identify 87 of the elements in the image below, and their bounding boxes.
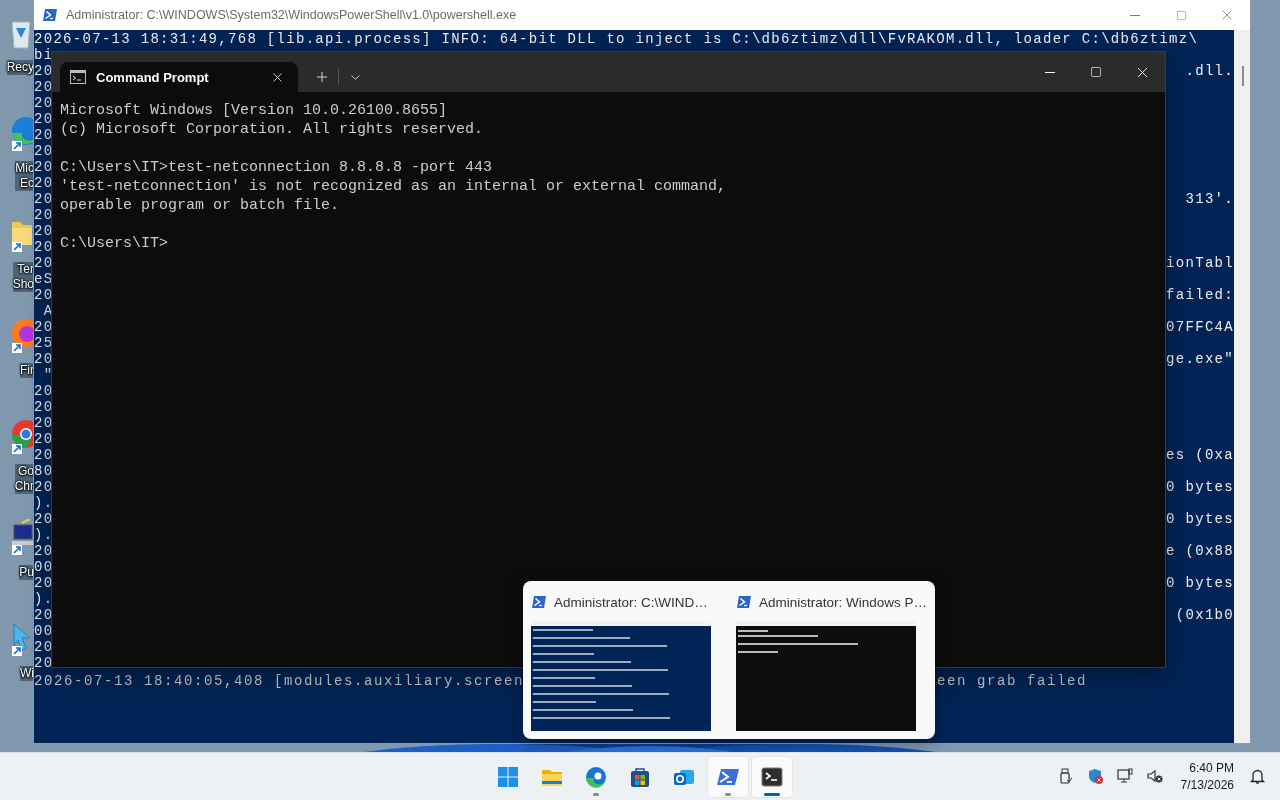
console-line: 25 [34, 335, 54, 351]
preview-title[interactable]: Administrator: Windows P… [758, 594, 927, 610]
powershell-icon [42, 7, 58, 23]
console-line: ). [34, 495, 54, 511]
console-line: eS [34, 271, 54, 287]
console-line: 20 [34, 607, 54, 623]
console-line: 20 [34, 207, 54, 223]
powershell-icon [531, 594, 547, 610]
console-line: 20 [34, 447, 54, 463]
console-line: 20 [34, 191, 54, 207]
console-line: 313'. [1185, 191, 1234, 207]
console-line: e (0x88 [1166, 543, 1234, 559]
window-thumbnail[interactable] [735, 621, 916, 731]
muted-speaker-icon [1147, 768, 1165, 785]
console-line: 2026-07-13 18:40:05,408 [modules.auxiliary.screen [34, 673, 525, 689]
usb-drive-icon [1057, 768, 1075, 785]
console-line: 0 bytes [1166, 575, 1234, 591]
start-icon [496, 765, 520, 789]
maximize-icon [1175, 9, 1187, 21]
window-thumbnail[interactable] [531, 621, 711, 731]
console-line: 2026-07-13 18:31:49,768 [lib.api.process] INFO: 64-bit DLL to inject is C:\db6ztimz\dll\FvRAKOM.dll, loader C:\db6ztimz\ [34, 31, 1199, 47]
console-line: failed: [1166, 287, 1234, 303]
console-line: 20 [34, 255, 54, 271]
scrollbar-thumb[interactable] [1242, 66, 1244, 86]
console-line: C:\Users\IT> [60, 234, 170, 253]
browser-icon [584, 765, 608, 789]
console-line: .dll. [1185, 63, 1234, 79]
console-line: 20 [34, 95, 54, 111]
console-line: es (0xa [1166, 447, 1234, 463]
console-line: 20 [34, 287, 54, 303]
bell-icon [1248, 768, 1266, 785]
terminal-tab[interactable]: Command Prompt [60, 62, 298, 92]
console-line: 20 [34, 511, 54, 527]
console-line: 0 bytes [1166, 511, 1234, 527]
minimize-icon [1045, 71, 1055, 73]
console-line: 20 [34, 383, 54, 399]
console-line: bi [34, 47, 54, 63]
maximize-icon [1090, 66, 1102, 78]
plus-icon [314, 69, 330, 85]
store-icon [628, 765, 652, 789]
console-line: 20 [34, 63, 54, 79]
console-line: 80 [34, 463, 54, 479]
console-line: 20 [34, 639, 54, 655]
console-line: C:\Users\IT>test-netconnection 8.8.8.8 -port 443 [60, 158, 494, 177]
console-line: operable program or batch file. [60, 196, 341, 215]
console-line: ). [34, 527, 54, 543]
console-line: 20 [34, 575, 54, 591]
console-line: ge.exe" [1166, 351, 1234, 367]
clock[interactable]: 6:40 PM 7/13/2026 [1170, 759, 1242, 794]
console-line: 'test-netconnection' is not recognized as an internal or external command, [60, 177, 728, 196]
console-line: 20 [34, 79, 54, 95]
console-line: " [42, 367, 54, 383]
console-line: (c) Microsoft Corporation. All rights reserved. [60, 120, 485, 139]
console-line: ). [34, 591, 54, 607]
console-line: 0 bytes [1166, 479, 1234, 495]
console-line: 20 [34, 351, 54, 367]
taskbar-button[interactable] [752, 757, 792, 797]
minimize-icon [1130, 14, 1140, 16]
terminal-icon [760, 765, 784, 789]
window-title: Administrator: C:\WINDOWS\System32\WindowsPowerShell\v1.0\powershell.exe [66, 8, 518, 22]
console-line: 20 [34, 111, 54, 127]
console-line: een grab failed [937, 673, 1088, 689]
console-line: 20 [34, 159, 54, 175]
network-icon [1117, 768, 1135, 785]
console-line: 20 [34, 175, 54, 191]
preview-title[interactable]: Administrator: C:\WIND… [554, 594, 708, 610]
shield-icon [1087, 768, 1105, 785]
console-line: 20 [34, 543, 54, 559]
console-line: Microsoft Windows [Version 10.0.26100.8655] [60, 101, 449, 120]
console-line: 00 [34, 623, 54, 639]
console-line: 20 [34, 223, 54, 239]
console-line: 00 [34, 559, 54, 575]
console-line: 20 [34, 127, 54, 143]
console-line: 20 [34, 239, 54, 255]
console-line: 20 [34, 143, 54, 159]
console-line: 07FFC4A [1166, 319, 1234, 335]
tab-title: Command Prompt [96, 69, 210, 85]
console-line: 20 [34, 479, 54, 495]
console-line: 20 [34, 415, 54, 431]
console-line: 20 [34, 319, 54, 335]
console-line: 20 [34, 399, 54, 415]
console-line: (0x1b0 [1174, 607, 1234, 623]
console-line: 20 [34, 431, 54, 447]
console-line: ionTabl [1166, 255, 1234, 271]
powershell-icon [735, 594, 752, 610]
console-line: 20 [34, 655, 54, 671]
console-icon [70, 70, 86, 84]
